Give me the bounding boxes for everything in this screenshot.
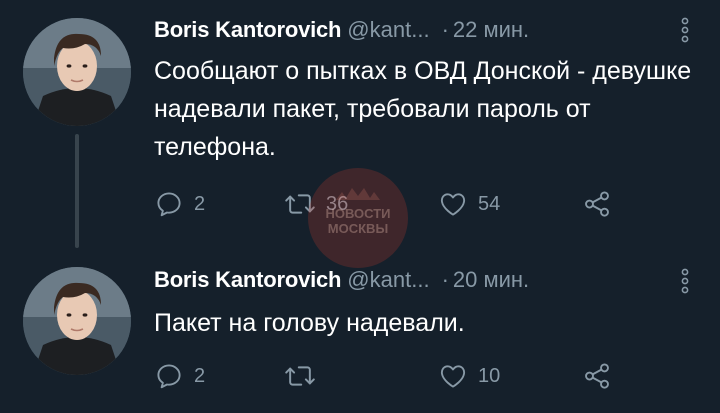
author-name[interactable]: Boris Kantorovich (154, 17, 341, 42)
thread-connector (75, 134, 79, 248)
heart-icon (440, 193, 466, 216)
retweet-button[interactable]: 36 (284, 187, 348, 221)
user-avatar-icon (23, 267, 131, 375)
share-icon (585, 191, 609, 217)
tweet[interactable]: Boris Kantorovich @kant... · 20 мин. Пакет … (0, 250, 720, 413)
timestamp[interactable]: 22 мин. (453, 17, 529, 42)
author-handle[interactable]: @kant... (347, 17, 429, 42)
reply-count: 2 (194, 364, 206, 387)
user-avatar-icon (23, 18, 131, 126)
share-icon (585, 363, 609, 389)
tweet-header: Boris Kantorovich @kant... · 22 мин. (154, 15, 694, 45)
timestamp[interactable]: 20 мин. (453, 267, 529, 292)
tweet[interactable]: Boris Kantorovich @kant... · 22 мин. Сообща… (0, 0, 720, 250)
reply-button[interactable]: 2 (154, 359, 205, 393)
like-count: 54 (478, 192, 501, 215)
author-handle[interactable]: @kant... (347, 267, 429, 292)
retweet-icon (285, 194, 315, 214)
avatar[interactable] (23, 267, 131, 375)
like-button[interactable]: 54 (438, 187, 500, 221)
like-count: 10 (478, 364, 501, 387)
tweet-header: Boris Kantorovich @kant... · 20 мин. (154, 265, 694, 295)
reply-button[interactable]: 2 (154, 187, 205, 221)
share-button[interactable] (582, 187, 612, 221)
like-button[interactable]: 10 (438, 359, 500, 393)
tweet-actions: 2 10 (154, 359, 624, 393)
author-name[interactable]: Boris Kantorovich (154, 267, 341, 292)
more-options-icon[interactable] (680, 268, 690, 294)
tweet-text: Пакет на голову надевали. (154, 309, 465, 337)
separator: · (441, 17, 449, 42)
share-button[interactable] (582, 359, 612, 393)
reply-count: 2 (194, 192, 206, 215)
tweet-actions: 2 36 54 (154, 187, 624, 221)
reply-icon (157, 192, 181, 217)
tweet-text: Сообщают о пытках в ОВД Донской - девушк… (154, 57, 692, 161)
retweet-icon (285, 366, 315, 386)
retweet-count: 36 (326, 192, 349, 215)
separator: · (441, 267, 449, 292)
more-options-icon[interactable] (680, 17, 690, 43)
heart-icon (440, 365, 466, 388)
avatar[interactable] (23, 18, 131, 126)
reply-icon (157, 364, 181, 389)
retweet-button[interactable] (284, 359, 326, 393)
